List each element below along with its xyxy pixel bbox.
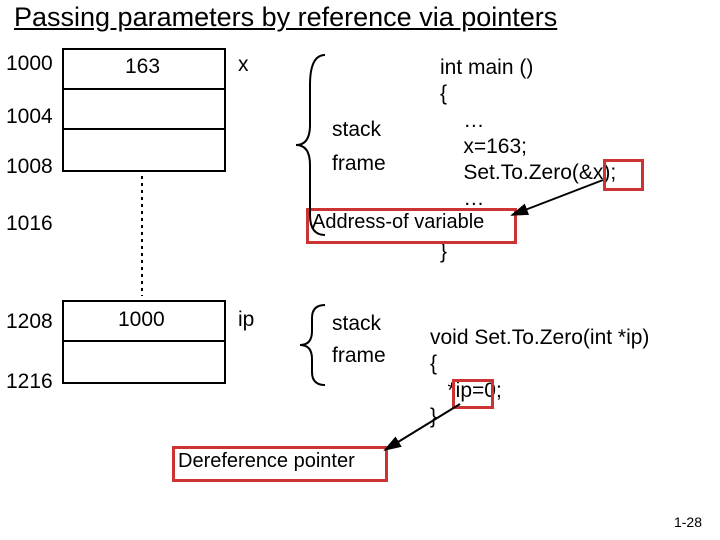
stackframe-frame-2: frame [332,344,386,368]
mem-cell-1008 [62,128,226,172]
addr-1008: 1008 [6,155,53,179]
addr-1004: 1004 [6,105,53,129]
var-x-label: x [238,53,249,77]
addr-1216: 1216 [6,370,53,394]
addr-1208: 1208 [6,310,53,334]
mem-val-x: 163 [125,55,160,79]
highlight-star-ip [452,379,494,409]
var-ip-label: ip [238,308,254,332]
addr-1000: 1000 [6,52,53,76]
highlight-dereference-label [172,446,388,482]
addr-1016: 1016 [6,212,53,236]
mem-val-ip: 1000 [118,308,165,332]
mem-cell-1216 [62,340,226,384]
highlight-ampersand-x [603,159,644,191]
stackframe-frame-1: frame [332,152,386,176]
mem-cell-1004 [62,88,226,132]
stackframe-stack-2: stack [332,312,381,336]
code-fn: void Set.To.Zero(int *ip) { *ip=0; } [430,325,649,430]
slide-title: Passing parameters by reference via poin… [14,2,557,33]
stackframe-stack-1: stack [332,118,381,142]
highlight-addressof-label [306,208,517,244]
page-number: 1-28 [674,514,702,530]
